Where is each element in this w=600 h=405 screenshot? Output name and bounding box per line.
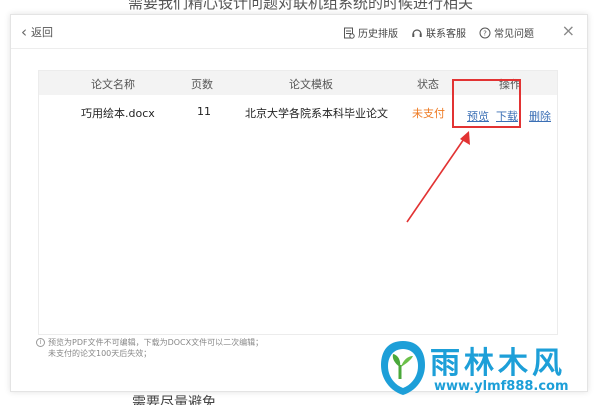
history-layout-button[interactable]: 历史排版 xyxy=(343,25,398,40)
column-header-name: 论文名称 xyxy=(91,78,135,91)
watermark: 雨林木风 www.ylmf888.com xyxy=(378,337,598,405)
back-label: 返回 xyxy=(31,26,53,39)
column-header-template: 论文模板 xyxy=(289,78,333,91)
info-icon: i xyxy=(36,338,45,347)
chevron-left-icon: ‹ xyxy=(21,23,27,41)
status-badge: 未支付 xyxy=(412,107,445,120)
back-button[interactable]: ‹ 返回 xyxy=(21,24,53,40)
watermark-url: www.ylmf888.com xyxy=(434,379,569,394)
close-button[interactable]: × xyxy=(562,21,575,40)
background-text-bottom: 需要尽量避免 xyxy=(132,395,216,405)
delete-link[interactable]: 删除 xyxy=(529,108,551,124)
page-count: 11 xyxy=(197,105,211,118)
column-header-pages: 页数 xyxy=(191,78,213,91)
dialog-titlebar: ‹ 返回 历史排版 联系客服 ? 常见问题 × xyxy=(11,15,587,49)
thesis-template: 北京大学各院系本科毕业论文 xyxy=(245,107,388,120)
watermark-title: 雨林木风 xyxy=(430,346,566,381)
note-line-1: 预览为PDF文件不可编辑，下载为DOCX文件可以二次编辑； xyxy=(48,338,264,347)
contact-support-label: 联系客服 xyxy=(426,29,466,40)
column-header-status: 状态 xyxy=(417,78,439,91)
question-circle-icon: ? xyxy=(479,27,491,38)
highlight-box xyxy=(452,79,521,128)
background-text-top: 需要我们精心设计问题对联机组系统的时候进行相关 xyxy=(128,0,474,12)
history-layout-label: 历史排版 xyxy=(358,29,398,40)
faq-button[interactable]: ? 常见问题 xyxy=(479,25,534,40)
faq-label: 常见问题 xyxy=(494,29,534,40)
history-doc-icon xyxy=(344,27,355,39)
headset-icon xyxy=(412,28,422,37)
svg-text:?: ? xyxy=(483,29,487,37)
watermark-logo-icon xyxy=(381,341,425,395)
thesis-list-dialog: ‹ 返回 历史排版 联系客服 ? 常见问题 × 论文名称 页数 论文模板 状态 … xyxy=(10,14,588,392)
info-note: i 预览为PDF文件不可编辑，下载为DOCX文件可以二次编辑； 未支付的论文10… xyxy=(36,337,264,359)
thesis-name: 巧用绘本.docx xyxy=(81,107,155,120)
contact-support-button[interactable]: 联系客服 xyxy=(411,25,466,40)
note-line-2: 未支付的论文100天后失效； xyxy=(48,349,152,358)
